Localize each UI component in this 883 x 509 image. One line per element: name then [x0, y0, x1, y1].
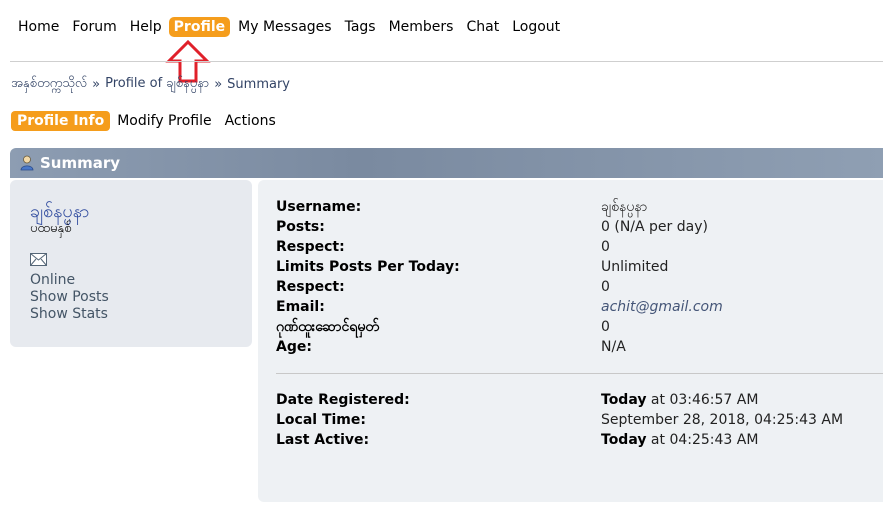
detail-row: Username: ချစ်နပ္ပနာ — [276, 197, 883, 217]
nav-forum[interactable]: Forum — [72, 17, 116, 37]
date-label: Local Time: — [276, 412, 366, 428]
detail-value: ချစ်နပ္ပနာ — [601, 198, 648, 215]
nav-profile[interactable]: Profile — [168, 17, 231, 37]
top-nav: Home Forum Help Profile My Messages Tags… — [18, 17, 573, 37]
breadcrumb: အနှစ်တက္ကသိုလ် » Profile of ချစ်နပ္ပနာ »… — [11, 75, 290, 94]
user-card: ချစ်နပ္ပနာ ပထမနှစ် Online Show Posts Sho… — [10, 180, 252, 347]
tab-modify-profile[interactable]: Modify Profile — [117, 111, 211, 131]
details-divider — [276, 373, 883, 374]
nav-tags[interactable]: Tags — [345, 17, 376, 37]
detail-label: Posts: — [276, 219, 325, 235]
tab-actions[interactable]: Actions — [225, 111, 276, 131]
date-rest: at 04:25:43 AM — [646, 432, 759, 448]
date-label: Date Registered: — [276, 392, 410, 408]
page-title: Summary — [40, 154, 121, 172]
date-value: Today at 04:25:43 AM — [601, 432, 758, 448]
show-stats-link[interactable]: Show Stats — [30, 306, 108, 322]
detail-label: Limits Posts Per Today: — [276, 259, 460, 275]
date-strong: Today — [601, 432, 647, 448]
detail-label: Age: — [276, 339, 312, 355]
detail-label: Email: — [276, 299, 325, 315]
detail-row: Respect: 0 — [276, 237, 883, 257]
nav-help[interactable]: Help — [130, 17, 162, 37]
nav-my-messages[interactable]: My Messages — [238, 17, 331, 37]
breadcrumb-forum[interactable]: အနှစ်တက္ကသိုလ် — [11, 75, 87, 94]
breadcrumb-separator: » — [92, 77, 101, 92]
date-label: Last Active: — [276, 432, 370, 448]
detail-row: Limits Posts Per Today: Unlimited — [276, 257, 883, 277]
date-rest: September 28, 2018, 04:25:43 AM — [601, 412, 844, 428]
date-value: Today at 03:46:57 AM — [601, 392, 758, 408]
detail-label: Respect: — [276, 279, 345, 295]
profile-tabs: Profile Info Modify Profile Actions — [11, 111, 289, 131]
nav-home[interactable]: Home — [18, 17, 59, 37]
detail-row: Posts: 0 (N/A per day) — [276, 217, 883, 237]
breadcrumb-separator: » — [214, 77, 223, 92]
nav-members[interactable]: Members — [389, 17, 454, 37]
email-link[interactable]: achit@gmail.com — [601, 299, 723, 315]
breadcrumb-current: Summary — [227, 77, 290, 92]
detail-value: Unlimited — [601, 259, 669, 275]
detail-row: ဂုဏ်ထူးဆောင်ရမှတ် 0 — [276, 317, 883, 337]
detail-value: N/A — [601, 339, 626, 355]
online-status: Online — [30, 272, 76, 288]
detail-value: 0 — [601, 319, 610, 335]
nav-divider — [10, 61, 883, 62]
detail-label: Respect: — [276, 239, 345, 255]
date-row: Date Registered: Today at 03:46:57 AM — [276, 390, 883, 410]
detail-value: 0 (N/A per day) — [601, 219, 708, 235]
detail-row: Email: achit@gmail.com — [276, 297, 883, 317]
email-icon[interactable] — [30, 253, 47, 266]
detail-row: Respect: 0 — [276, 277, 883, 297]
breadcrumb-profile[interactable]: Profile of ချစ်နပ္ပနာ — [105, 75, 209, 94]
date-rest: at 03:46:57 AM — [646, 392, 759, 408]
date-value: September 28, 2018, 04:25:43 AM — [601, 412, 843, 428]
detail-value: 0 — [601, 239, 610, 255]
show-posts-link[interactable]: Show Posts — [30, 289, 109, 305]
profile-details: Username: ချစ်နပ္ပနာ Posts: 0 (N/A per d… — [258, 180, 883, 502]
nav-chat[interactable]: Chat — [466, 17, 499, 37]
date-row: Last Active: Today at 04:25:43 AM — [276, 430, 883, 450]
member-group: ပထမနှစ် — [30, 221, 72, 236]
date-strong: Today — [601, 392, 647, 408]
nav-logout[interactable]: Logout — [512, 17, 560, 37]
date-row: Local Time: September 28, 2018, 04:25:43… — [276, 410, 883, 430]
summary-title-bar: Summary — [10, 148, 883, 178]
detail-value: 0 — [601, 279, 610, 295]
detail-label: Username: — [276, 199, 362, 215]
user-icon — [20, 155, 34, 171]
detail-row: Age: N/A — [276, 337, 883, 357]
tab-profile-info[interactable]: Profile Info — [11, 111, 111, 131]
detail-label: ဂုဏ်ထူးဆောင်ရမှတ် — [276, 318, 379, 335]
